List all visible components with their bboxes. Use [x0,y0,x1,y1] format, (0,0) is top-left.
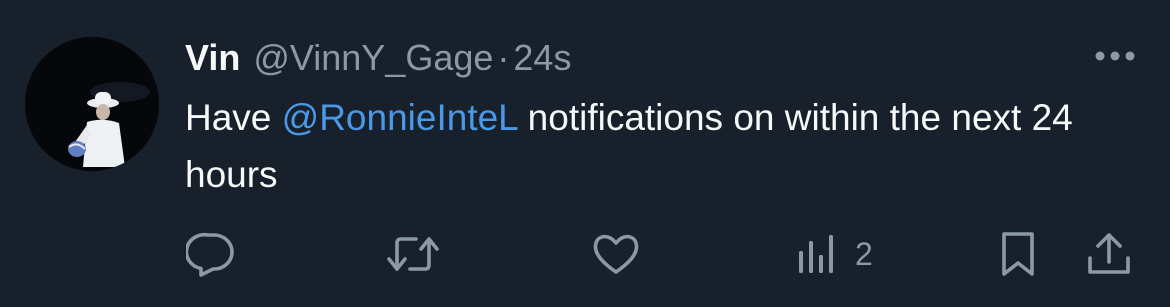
heart-icon [593,234,639,274]
retweet-icon [387,237,439,271]
tweet-text-before: Have [185,97,282,138]
tweet-text: Have @RonnieInteL notifications on withi… [185,89,1135,203]
like-button[interactable] [591,226,641,282]
avatar[interactable] [25,37,159,171]
views-count: 2 [855,235,873,272]
bookmark-button[interactable] [995,226,1041,282]
retweet-button[interactable] [384,226,442,282]
author-handle[interactable]: @VinnY_Gage [253,37,493,79]
reply-button[interactable] [186,226,236,282]
more-button[interactable] [1092,44,1138,68]
separator-dot: · [497,37,510,78]
speech-bubble-icon [186,232,234,277]
ellipsis-icon [1095,51,1135,61]
mention-link[interactable]: @RonnieInteL [282,97,518,138]
share-upload-icon [1088,233,1130,274]
author-name[interactable]: Vin [185,37,240,79]
bookmark-icon [1002,232,1034,276]
share-button[interactable] [1084,226,1134,282]
tweet-card[interactable]: Vin @VinnY_Gage · 24s Have @RonnieInteL … [0,0,1170,307]
bar-chart-icon [799,235,833,273]
action-bar: 2 [0,226,1170,282]
timestamp[interactable]: 24s [513,37,571,79]
views-button[interactable]: 2 [795,226,873,282]
